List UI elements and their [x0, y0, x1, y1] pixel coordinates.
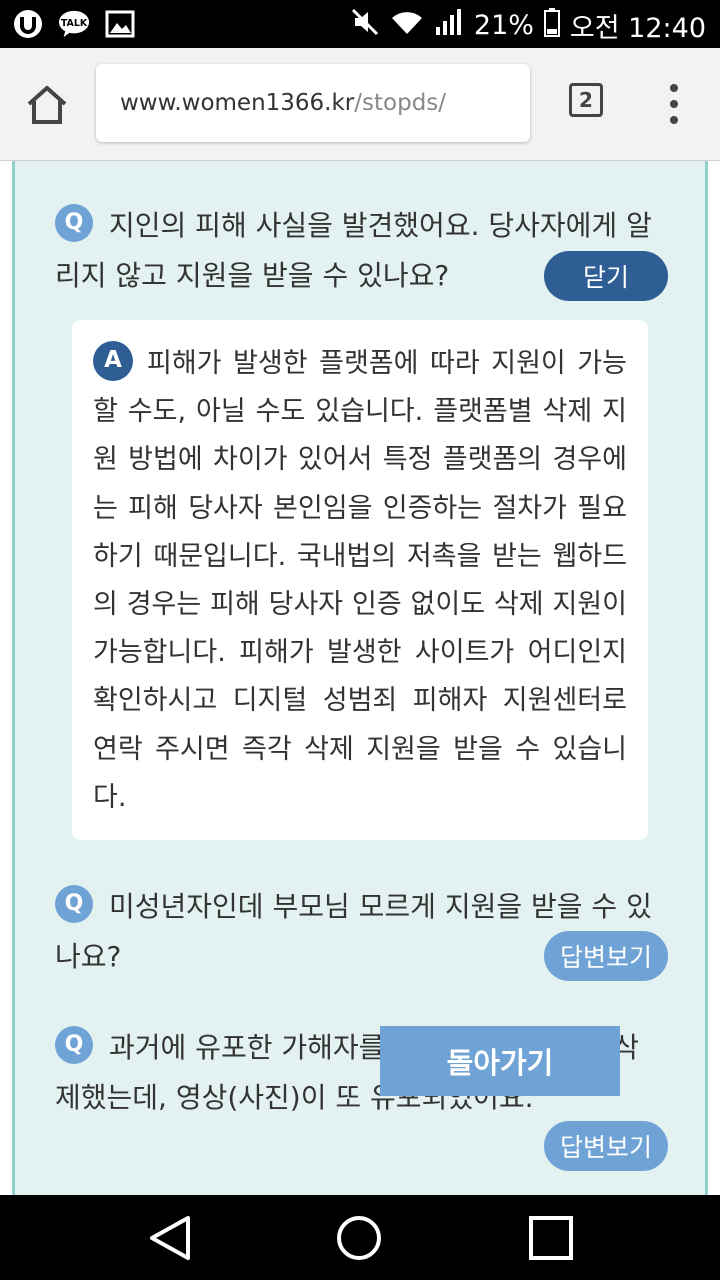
answer-badge: A: [93, 340, 133, 381]
mute-icon: [350, 7, 380, 44]
home-nav-icon[interactable]: [334, 1213, 384, 1263]
home-icon[interactable]: [24, 82, 70, 128]
back-button[interactable]: 돌아가기: [380, 1026, 620, 1096]
answer-body: A 피해가 발생한 플랫폼에 따라 지원이 가능할 수도, 아닐 수도 있습니다.…: [93, 340, 627, 822]
close-answer-button[interactable]: 닫기: [544, 251, 668, 301]
answer-text: 피해가 발생한 플랫폼에 따라 지원이 가능할 수도, 아닐 수도 있습니다. …: [93, 348, 627, 813]
u-plus-icon: [12, 8, 44, 40]
page-content: Q 지인의 피해 사실을 발견했어요. 당사자에게 알리지 않고 지원을 받을 수…: [0, 161, 720, 1195]
battery-icon: [543, 7, 560, 44]
url-field[interactable]: www.women1366.kr/stopds/: [96, 64, 530, 142]
clock: 오전 12:40: [569, 13, 706, 44]
url-path: /stopds/: [354, 90, 447, 116]
browser-toolbar: www.women1366.kr/stopds/ 2: [0, 48, 720, 161]
question-badge: Q: [55, 204, 93, 242]
answer-card: A 피해가 발생한 플랫폼에 따라 지원이 가능할 수도, 아닐 수도 있습니다.…: [72, 320, 648, 840]
recents-nav-icon[interactable]: [526, 1213, 576, 1263]
question-badge: Q: [55, 885, 93, 923]
question-badge: Q: [55, 1026, 93, 1064]
view-answer-button[interactable]: 답변보기: [544, 931, 668, 981]
overflow-menu-icon[interactable]: [660, 84, 688, 124]
view-answer-button[interactable]: 답변보기: [544, 1121, 668, 1171]
gallery-icon: [104, 8, 136, 40]
status-bar: TALK 21% 오전 12:40: [0, 0, 720, 48]
kakaotalk-label: TALK: [61, 18, 88, 29]
tab-switcher-button[interactable]: 2: [569, 83, 603, 117]
navigation-bar: [0, 1195, 720, 1280]
signal-icon: [434, 7, 464, 44]
battery-percent: 21%: [473, 10, 534, 41]
url-host: www.women1366.kr: [120, 90, 355, 116]
kakaotalk-icon: TALK: [58, 8, 90, 40]
back-nav-icon[interactable]: [146, 1213, 196, 1263]
wifi-icon: [390, 8, 424, 43]
